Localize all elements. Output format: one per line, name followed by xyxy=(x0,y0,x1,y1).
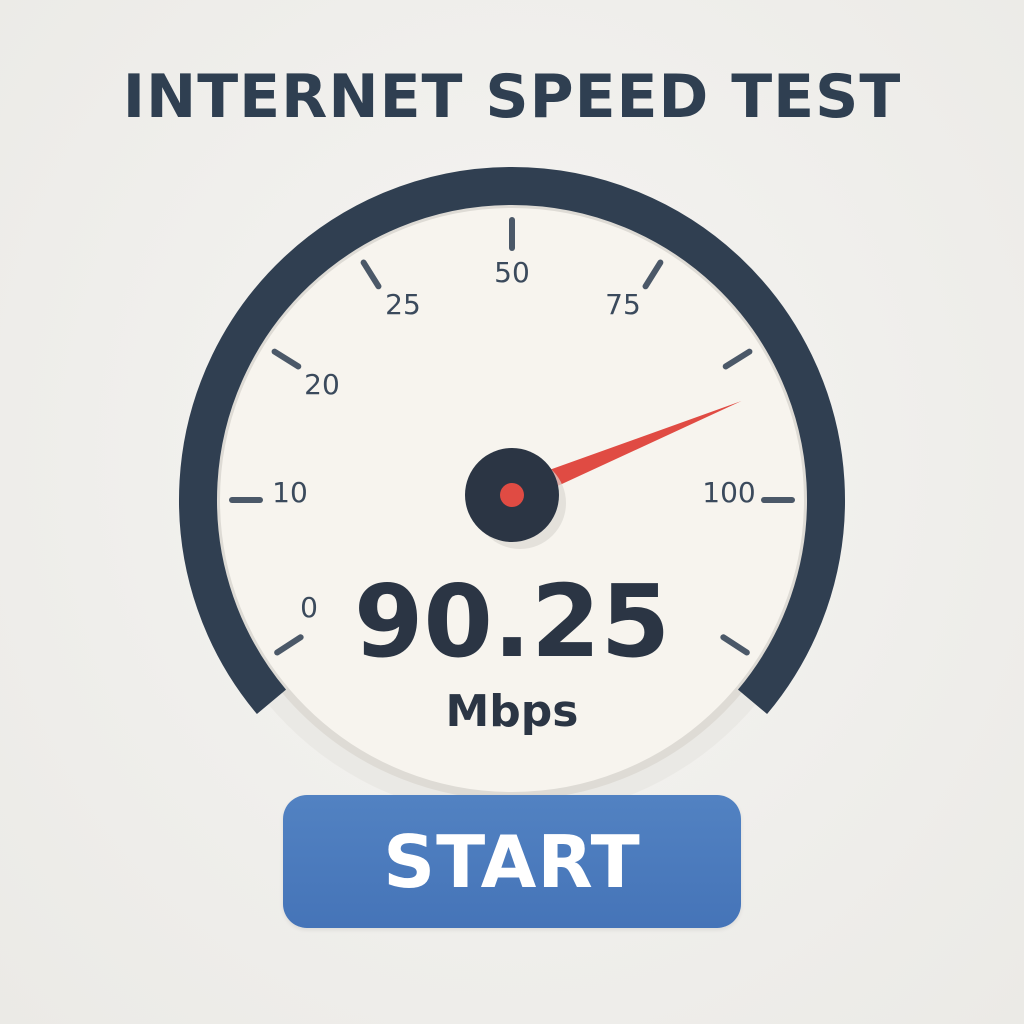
tick-label-10: 10 xyxy=(272,476,308,509)
speed-reading: 90.25 xyxy=(353,563,671,680)
speed-unit: Mbps xyxy=(445,686,579,737)
tick-label-50: 50 xyxy=(494,256,530,289)
tick-label-25: 25 xyxy=(385,288,421,321)
tick-label-75: 75 xyxy=(605,288,641,321)
speed-test-page: INTERNET SPEED TEST 0 10 20 25 50 75 100… xyxy=(0,0,1024,1024)
tick-label-20: 20 xyxy=(304,368,340,401)
start-button[interactable]: START xyxy=(283,795,741,928)
tick-label-100: 100 xyxy=(702,476,755,509)
needle-cap xyxy=(500,483,524,507)
